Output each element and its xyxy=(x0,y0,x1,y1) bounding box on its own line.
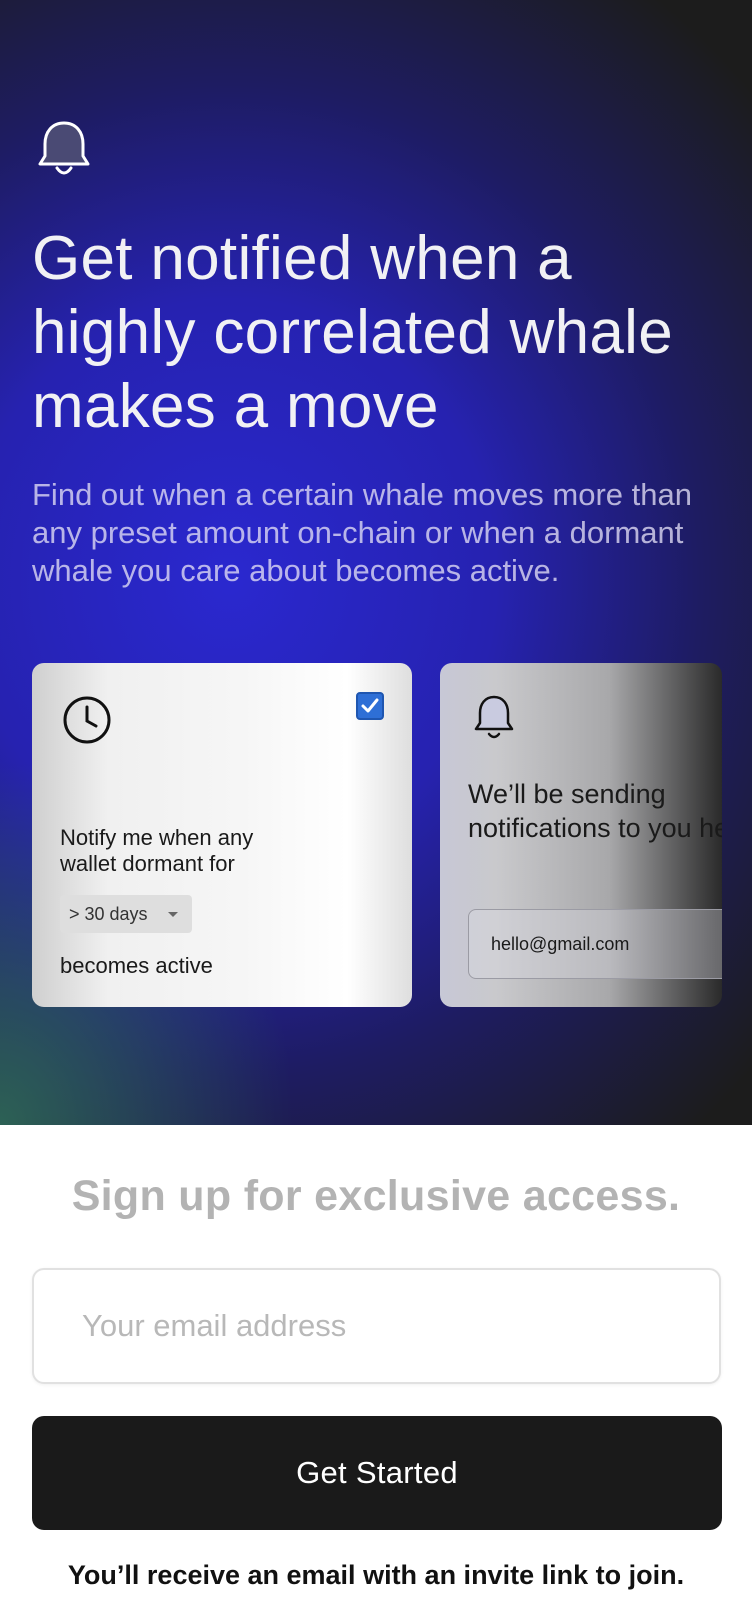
dormant-card-suffix: becomes active xyxy=(60,953,213,978)
page-headline: Get notified when a highly correlated wh… xyxy=(32,224,674,441)
get-started-button[interactable]: Get Started xyxy=(32,1416,722,1530)
dormant-wallet-card[interactable]: Notify me when any wallet dormant for > … xyxy=(32,663,412,1007)
caret-down-icon xyxy=(168,912,178,917)
notification-email-field[interactable]: hello@gmail.com xyxy=(468,909,722,979)
clock-icon xyxy=(63,696,111,744)
invite-note: You’ll receive an email with an invite l… xyxy=(67,1560,685,1590)
dormant-period-select[interactable]: > 30 days xyxy=(60,895,192,933)
notification-card-text: We’ll be sending notifications to you he… xyxy=(468,777,722,845)
notification-text: We’ll be sending notifications to you he… xyxy=(468,779,722,843)
hero-subtext: Find out when a certain whale moves more… xyxy=(32,477,692,588)
dormant-alert-checkbox[interactable] xyxy=(356,692,384,720)
notification-card: We’ll be sending notifications to you he… xyxy=(440,663,722,1007)
notification-email-value: hello@gmail.com xyxy=(491,933,630,954)
bell-icon xyxy=(474,695,514,739)
hero-section: Get notified when a highly correlated wh… xyxy=(0,0,752,1125)
checkmark-icon xyxy=(361,698,379,713)
email-input[interactable] xyxy=(32,1268,721,1384)
dormant-card-text: Notify me when any wallet dormant for xyxy=(60,825,254,876)
bell-icon xyxy=(38,121,90,175)
dormant-period-value: > 30 days xyxy=(69,903,148,924)
signup-title: Sign up for exclusive access. xyxy=(71,1172,681,1220)
